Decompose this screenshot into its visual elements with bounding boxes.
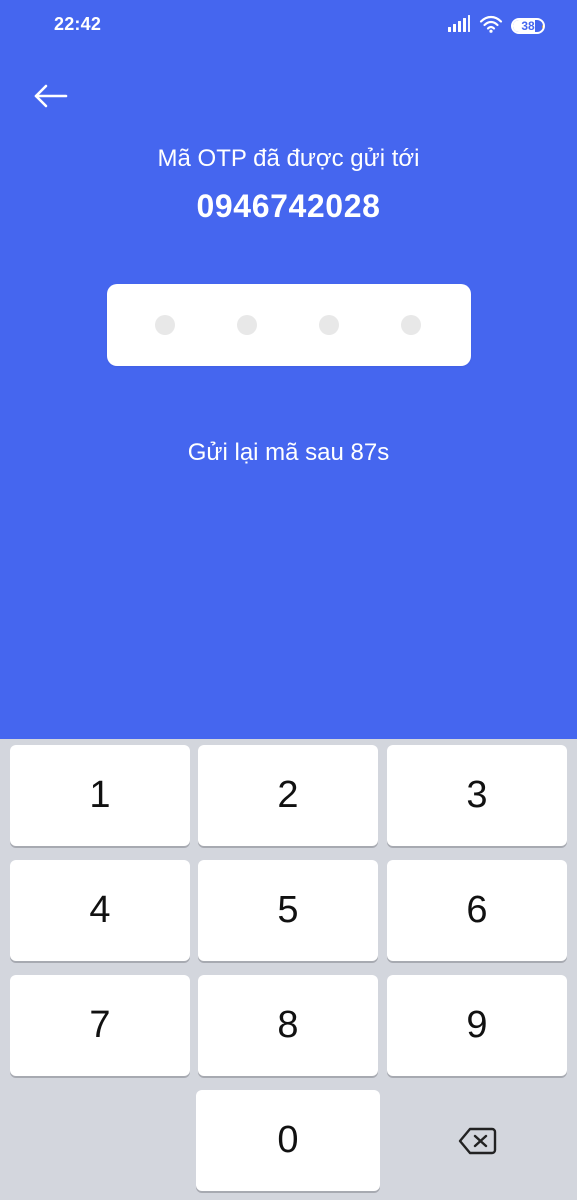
numeric-keypad: 1 2 3 4 5 6 7 8 9 0 [0, 739, 577, 1200]
otp-sent-title: Mã OTP đã được gửi tới [157, 145, 420, 172]
backspace-button[interactable] [387, 1090, 567, 1191]
battery-indicator [542, 24, 543, 30]
backspace-icon [458, 1127, 497, 1154]
otp-screen: 22:42 38 Mã OTP đã được gửi tới 09467420… [0, 0, 577, 739]
key-8[interactable]: 8 [198, 975, 378, 1076]
status-bar: 22:42 38 [0, 0, 577, 52]
otp-digit-1 [155, 315, 175, 335]
key-7[interactable]: 7 [10, 975, 190, 1076]
status-icons: 38 [447, 14, 545, 38]
battery-level: 38 [521, 19, 535, 33]
otp-digit-2 [237, 315, 257, 335]
key-4[interactable]: 4 [10, 860, 190, 961]
resend-countdown: Gửi lại mã sau 87s [187, 439, 390, 466]
key-3[interactable]: 3 [387, 745, 567, 846]
arrow-left-icon [34, 84, 68, 108]
key-6[interactable]: 6 [387, 860, 567, 961]
key-1[interactable]: 1 [10, 745, 190, 846]
back-button[interactable] [24, 74, 76, 118]
key-5[interactable]: 5 [198, 860, 378, 961]
wifi-icon [479, 15, 503, 38]
otp-input[interactable] [107, 284, 471, 366]
otp-digit-3 [319, 315, 339, 335]
status-time: 22:42 [54, 14, 102, 34]
key-2[interactable]: 2 [198, 745, 378, 846]
key-9[interactable]: 9 [387, 975, 567, 1076]
signal-icon [447, 14, 471, 38]
key-0[interactable]: 0 [196, 1090, 380, 1191]
otp-digit-4 [401, 315, 421, 335]
phone-number: 0946742028 [196, 188, 381, 224]
battery-icon: 38 [511, 18, 545, 34]
